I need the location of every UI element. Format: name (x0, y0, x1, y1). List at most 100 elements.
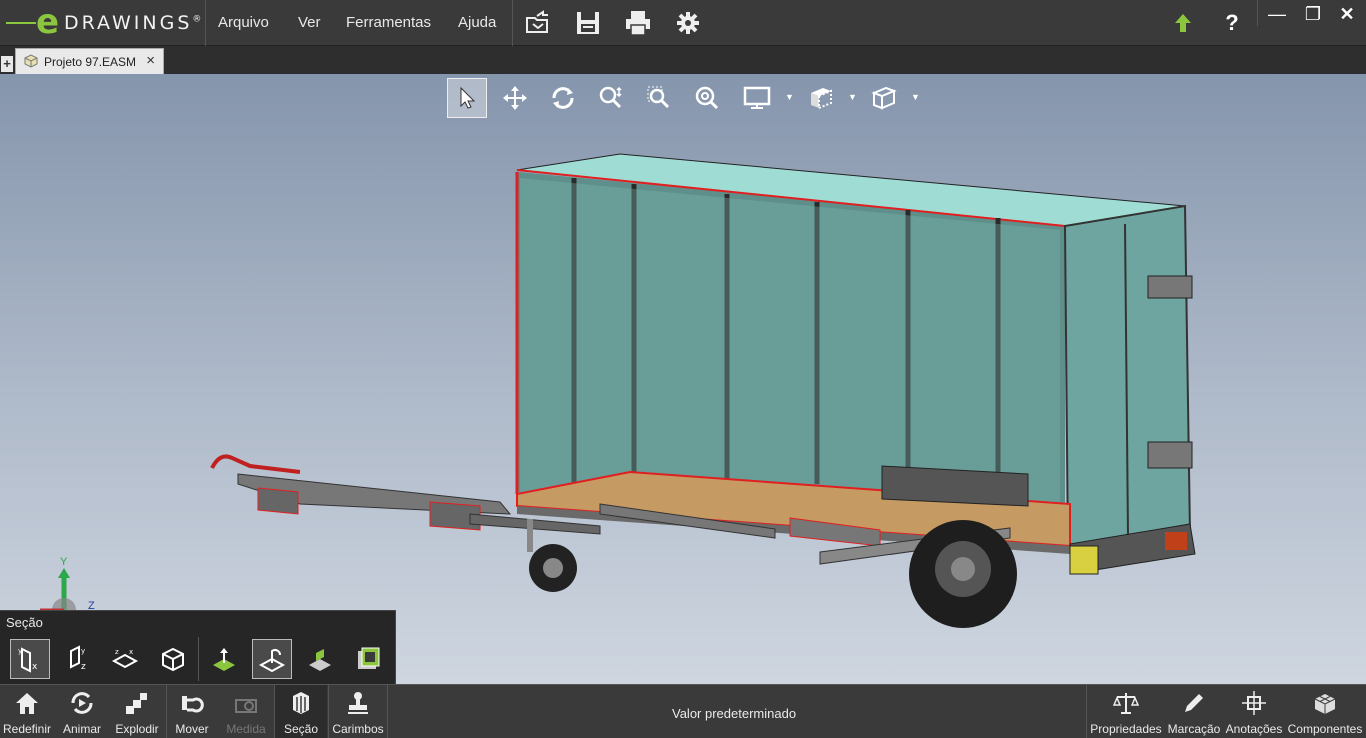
svg-text:y: y (18, 647, 22, 655)
anotacoes-label: Anotações (1225, 722, 1283, 736)
zoom-area-icon[interactable] (639, 78, 679, 118)
carimbos-label: Carimbos (332, 722, 384, 736)
secao-button[interactable]: Seção (275, 685, 327, 738)
close-tab-icon[interactable]: × (146, 52, 155, 69)
assembly-icon (24, 54, 38, 68)
menu-ver[interactable]: Ver (298, 14, 321, 31)
marcacao-label: Marcação (1167, 722, 1221, 736)
redefinir-label: Redefinir (2, 722, 52, 736)
chevron-down-icon[interactable]: ▼ (911, 92, 920, 102)
app-logo: e DRAWINGS® (6, 4, 204, 42)
separator (205, 0, 206, 46)
tail-light (1165, 532, 1187, 550)
logo-word: DRAWINGS® (64, 12, 202, 34)
display-icon[interactable] (737, 78, 777, 118)
animate-icon (68, 689, 96, 717)
zoom-fit-icon[interactable] (687, 78, 727, 118)
section-flip-icon[interactable] (252, 639, 292, 679)
hitch (210, 454, 301, 474)
help-button[interactable]: ? (1218, 9, 1246, 37)
pan-icon[interactable] (495, 78, 535, 118)
animar-label: Animar (62, 722, 101, 736)
select-icon[interactable] (447, 78, 487, 118)
explode-icon (123, 689, 151, 717)
section-panel-title: Seção (6, 615, 43, 630)
logo-letter: e (36, 2, 60, 42)
svg-text:z: z (115, 648, 119, 656)
move-icon (178, 689, 206, 717)
section-x-icon[interactable]: xy (10, 639, 50, 679)
redefinir-button[interactable]: Redefinir (0, 685, 54, 738)
separator (166, 685, 167, 738)
display-style-icon[interactable] (801, 78, 841, 118)
settings-icon[interactable] (674, 9, 702, 37)
section-box-icon[interactable] (153, 639, 193, 679)
pencil-icon (1180, 689, 1208, 717)
componentes-button[interactable]: Componentes (1286, 685, 1364, 738)
measure-icon (232, 689, 260, 717)
document-tab-label: Projeto 97.EASM (44, 55, 137, 69)
scale-icon (1112, 689, 1140, 717)
svg-text:y: y (81, 647, 85, 655)
marcacao-button[interactable]: Marcação (1166, 685, 1222, 738)
section-zx-icon[interactable]: zx (105, 639, 145, 679)
medida-button[interactable]: Medida (220, 685, 272, 738)
carimbos-button[interactable]: Carimbos (330, 685, 386, 738)
axis-y-label: Y (60, 556, 68, 568)
title-bar: e DRAWINGS® Arquivo Ver Ferramentas Ajud… (0, 0, 1366, 46)
document-tab[interactable]: Projeto 97.EASM × (15, 48, 164, 74)
document-tab-bar: + Projeto 97.EASM × (0, 46, 1366, 74)
bottom-toolbar: Redefinir Animar Explodir Mover Medida S… (0, 684, 1366, 738)
mover-button[interactable]: Mover (168, 685, 216, 738)
explodir-label: Explodir (115, 722, 159, 736)
minimize-button[interactable]: — (1260, 2, 1294, 26)
section-icon (287, 689, 315, 717)
stamp-icon (344, 689, 372, 717)
chevron-down-icon[interactable]: ▼ (785, 92, 794, 102)
home-icon (13, 689, 41, 717)
save-icon[interactable] (574, 9, 602, 37)
zoom-icon[interactable] (591, 78, 631, 118)
svg-text:x: x (32, 662, 38, 672)
propriedades-label: Propriedades (1090, 722, 1162, 736)
anotacoes-button[interactable]: Anotações (1224, 685, 1284, 738)
trailer-model (210, 153, 1196, 628)
secao-label: Seção (283, 722, 319, 736)
close-button[interactable]: ✕ (1330, 2, 1364, 26)
propriedades-button[interactable]: Propriedades (1088, 685, 1164, 738)
separator (512, 0, 513, 46)
add-tab-button[interactable]: + (1, 56, 13, 72)
section-plane-icon[interactable] (204, 639, 244, 679)
svg-text:x: x (129, 648, 133, 656)
separator (1257, 0, 1258, 26)
mover-label: Mover (175, 722, 209, 736)
separator (387, 685, 388, 738)
menu-arquivo[interactable]: Arquivo (218, 14, 269, 31)
tail-light (1069, 545, 1099, 575)
separator (1086, 685, 1087, 738)
view-orientation-icon[interactable] (864, 78, 904, 118)
3d-viewport[interactable]: ▼ ▼ ▼ Y Z (0, 74, 1366, 684)
hinge (1147, 441, 1193, 469)
components-icon (1311, 689, 1339, 717)
animar-button[interactable]: Animar (56, 685, 108, 738)
menu-ajuda[interactable]: Ajuda (458, 14, 496, 31)
section-panel: Seção xy zy zx (0, 610, 396, 684)
section-cap-icon[interactable] (300, 639, 340, 679)
restore-button[interactable]: ❐ (1296, 2, 1330, 26)
status-text: Valor predeterminado (672, 706, 797, 721)
hinge (1147, 275, 1193, 299)
section-z-icon[interactable]: zy (57, 639, 97, 679)
update-icon[interactable] (1169, 9, 1197, 37)
svg-text:z: z (81, 662, 86, 672)
menu-ferramentas[interactable]: Ferramentas (346, 14, 431, 31)
section-display-icon[interactable] (348, 639, 388, 679)
rotate-icon[interactable] (543, 78, 583, 118)
logo-line (6, 22, 36, 24)
separator (198, 637, 199, 681)
axis-triad: Y Z (30, 556, 110, 622)
print-icon[interactable] (624, 9, 652, 37)
open-icon[interactable] (524, 9, 552, 37)
chevron-down-icon[interactable]: ▼ (848, 92, 857, 102)
explodir-button[interactable]: Explodir (110, 685, 164, 738)
